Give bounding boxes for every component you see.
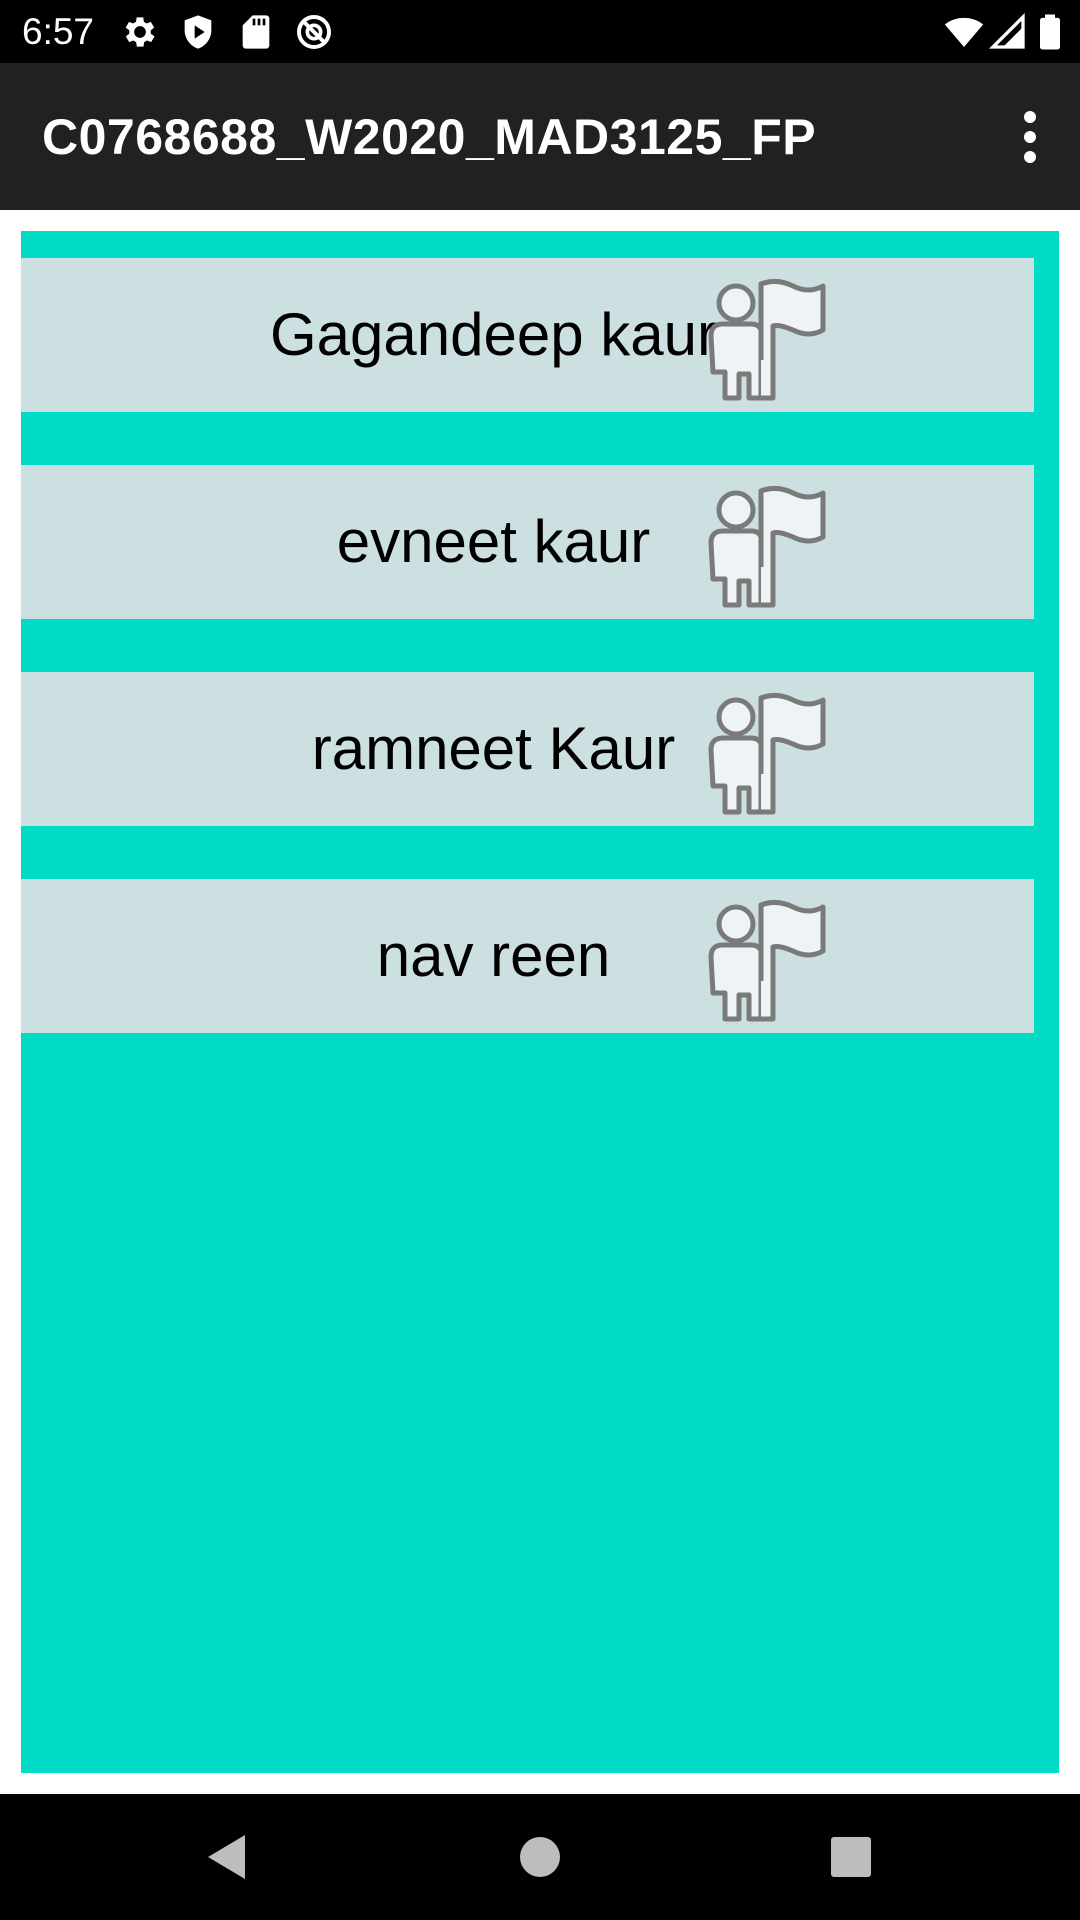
back-icon[interactable] xyxy=(190,1822,260,1892)
no-disturb-icon xyxy=(297,15,331,49)
list-item[interactable]: nav reen xyxy=(21,879,1034,1033)
list-item[interactable]: evneet kaur xyxy=(21,465,1034,619)
signal-icon xyxy=(988,12,1025,49)
list-item[interactable]: Gagandeep kaur xyxy=(21,258,1034,412)
app-title: C0768688_W2020_MAD3125_FP xyxy=(42,109,817,165)
shield-play-icon xyxy=(184,15,212,49)
more-vert-icon[interactable] xyxy=(1000,105,1060,169)
home-icon[interactable] xyxy=(505,1822,575,1892)
wifi-icon xyxy=(944,17,984,47)
recents-icon[interactable] xyxy=(816,1822,886,1892)
person-flag-icon xyxy=(708,278,826,401)
battery-icon xyxy=(1040,14,1060,50)
app-bar: C0768688_W2020_MAD3125_FP xyxy=(0,63,1080,210)
status-bar: 6:57 xyxy=(0,0,1080,63)
nav-bar xyxy=(0,1794,1080,1920)
list-item[interactable]: ramneet Kaur xyxy=(21,672,1034,826)
person-flag-icon xyxy=(708,692,826,815)
person-flag-icon xyxy=(708,485,826,608)
user-list[interactable]: Gagandeep kaur evneet kaur ramneet Kaur xyxy=(21,231,1059,1773)
status-time: 6:57 xyxy=(22,11,95,52)
person-flag-icon xyxy=(708,899,826,1022)
settings-icon xyxy=(125,17,155,47)
sd-card-icon xyxy=(242,15,270,49)
